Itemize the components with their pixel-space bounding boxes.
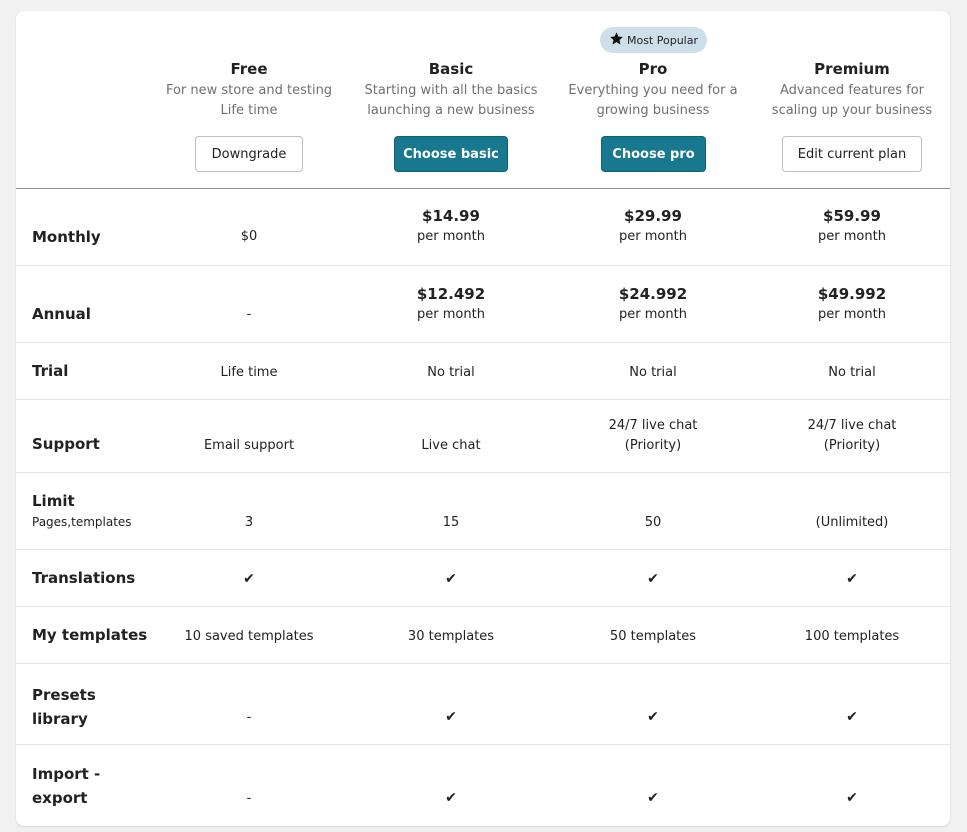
price-value: $59.99 [823,207,881,225]
star-icon [609,31,624,49]
import-export-free: - [246,791,252,806]
annual-price-pro: $24.992 per month [553,283,753,325]
edit-current-plan-button[interactable]: Edit current plan [782,136,922,172]
price-value: $12.492 [416,285,486,303]
choose-basic-button[interactable]: Choose basic [394,136,508,172]
check-icon: ✔ [445,571,457,587]
plan-desc-line: Everything you need for a [568,83,738,98]
row-label: Monthly [32,228,101,246]
row-limit: Limit Pages,templates 3 15 50 (Unlimited… [16,473,950,550]
row-import-export: Import - export - ✔ ✔ ✔ [16,745,950,826]
plan-desc-line: growing business [596,103,710,118]
row-annual: Annual - $12.492 per month $24.992 per m… [16,266,950,343]
row-label-line: Presets [32,686,96,704]
price-value: $24.992 [618,285,688,303]
row-trial: Trial Life time No trial No trial No tri… [16,343,950,400]
trial-free: Life time [220,365,278,380]
trial-premium: No trial [828,365,876,380]
row-monthly: Monthly $0 $14.99 per month $29.99 per m… [16,189,950,266]
limit-free: 3 [244,515,254,530]
price-unit: per month [818,229,886,244]
annual-price-premium: $49.992 per month [752,283,950,325]
row-label-line: export [32,789,88,807]
templates-free: 10 saved templates [184,629,314,644]
price-unit: per month [417,229,485,244]
price-unit: per month [417,307,485,322]
support-free: Email support [203,438,295,453]
check-icon: ✔ [647,571,659,587]
row-label: Annual [32,305,91,323]
row-label-line: Import - [32,765,101,783]
limit-pro: 50 [644,515,662,530]
annual-price-free: - [246,307,252,322]
support-premium: 24/7 live chat (Priority) [752,416,950,456]
check-icon: ✔ [243,571,255,587]
price-unit: per month [818,307,886,322]
support-value: 24/7 live chat [807,418,897,433]
price-value: $14.99 [422,207,480,225]
monthly-price-free: $0 [240,229,258,244]
plan-name: Basic [428,60,474,78]
check-icon: ✔ [445,709,457,725]
support-basic: Live chat [421,438,481,453]
support-priority: (Priority) [823,438,881,453]
plan-desc-line: Advanced features for [779,83,925,98]
plan-desc-line: Starting with all the basics [364,83,538,98]
price-unit: per month [619,229,687,244]
monthly-price-basic: $14.99 per month [351,205,551,247]
row-label: Trial [32,362,69,380]
check-icon: ✔ [647,790,659,806]
trial-basic: No trial [427,365,475,380]
trial-pro: No trial [629,365,677,380]
price-value: $49.992 [817,285,887,303]
check-icon: ✔ [846,571,858,587]
most-popular-label: Most Popular [626,33,698,47]
plan-name: Premium [814,60,890,78]
templates-premium: 100 templates [804,629,900,644]
row-label: Import - export [32,762,100,810]
check-icon: ✔ [647,709,659,725]
support-pro: 24/7 live chat (Priority) [553,416,753,456]
templates-pro: 50 templates [609,629,697,644]
row-label: Support [32,435,100,453]
plan-description: Everything you need for a growing busine… [553,81,753,121]
support-value: 24/7 live chat [608,418,698,433]
plan-desc-line: For new store and testing [165,83,333,98]
row-label-line: library [32,710,88,728]
monthly-price-pro: $29.99 per month [553,205,753,247]
price-value: $29.99 [624,207,682,225]
row-label: Translations [32,569,136,587]
row-sublabel: Pages,templates [32,515,132,529]
plan-desc-line: launching a new business [367,103,535,118]
check-icon: ✔ [846,709,858,725]
row-translations: Translations ✔ ✔ ✔ ✔ [16,550,950,607]
plan-desc-line: scaling up your business [771,103,933,118]
plan-name: Pro [638,60,668,78]
plan-name: Free [230,60,268,78]
row-presets-library: Presets library - ✔ ✔ ✔ [16,664,950,745]
pricing-card: Most Popular Free For new store and test… [16,11,950,826]
monthly-price-premium: $59.99 per month [752,205,950,247]
check-icon: ✔ [846,790,858,806]
plan-description: Advanced features for scaling up your bu… [752,81,950,121]
limit-basic: 15 [442,515,460,530]
limit-premium: (Unlimited) [815,515,889,530]
row-label: My templates [32,626,148,644]
row-label: Limit [32,492,75,510]
annual-price-basic: $12.492 per month [351,283,551,325]
choose-pro-button[interactable]: Choose pro [601,136,706,172]
support-priority: (Priority) [624,438,682,453]
most-popular-badge: Most Popular [600,27,707,53]
plan-desc-line: Life time [220,103,278,118]
row-my-templates: My templates 10 saved templates 30 templ… [16,607,950,664]
row-label: Presets library [32,683,96,731]
downgrade-button[interactable]: Downgrade [195,136,303,172]
plan-description: Starting with all the basics launching a… [351,81,551,121]
presets-free: - [246,710,252,725]
plan-description: For new store and testing Life time [149,81,349,121]
check-icon: ✔ [445,790,457,806]
templates-basic: 30 templates [407,629,495,644]
price-unit: per month [619,307,687,322]
row-support: Support Email support Live chat 24/7 liv… [16,400,950,473]
